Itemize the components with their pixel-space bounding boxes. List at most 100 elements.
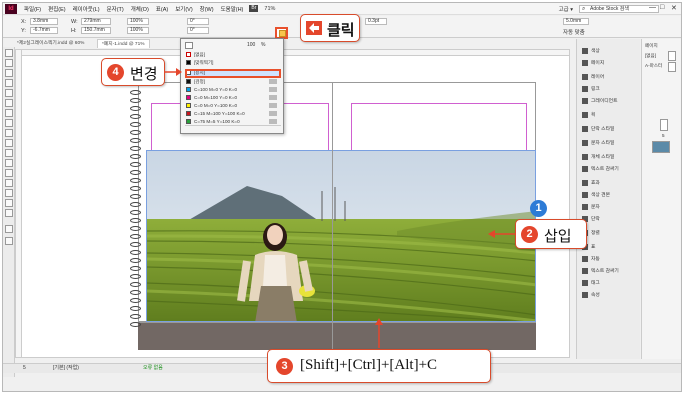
pencil-tool-icon[interactable] xyxy=(5,119,13,127)
fill-proxy-icon[interactable] xyxy=(185,42,193,49)
zoom-tool-icon[interactable] xyxy=(5,209,13,217)
note-tool-icon[interactable] xyxy=(5,179,13,187)
rectangle-frame-tool-icon[interactable] xyxy=(5,129,13,137)
type-tool-icon[interactable] xyxy=(5,89,13,97)
stock-search-input[interactable]: ⌕ Adobe Stock 검색 xyxy=(579,5,659,13)
gap-tool-icon[interactable] xyxy=(5,79,13,87)
master-none-thumb[interactable] xyxy=(668,51,676,61)
preset-label[interactable]: [기본] (작업) xyxy=(53,364,79,373)
rectangle-tool-icon[interactable] xyxy=(5,139,13,147)
page-tool-icon[interactable] xyxy=(5,69,13,77)
panel-auto[interactable]: 자동 xyxy=(582,255,600,262)
panel-links[interactable]: 링크 xyxy=(582,85,600,92)
page-thumb[interactable] xyxy=(660,119,668,131)
spread-thumb[interactable] xyxy=(652,141,670,153)
shear-field[interactable]: 0° xyxy=(187,27,209,34)
stroke-weight-field[interactable]: 0.3pt xyxy=(365,18,387,25)
insert-pointer-icon xyxy=(488,230,516,238)
tab-document-1[interactable]: *제2실그레이스찍기.indd @ 60% xyxy=(13,39,88,48)
search-icon: ⌕ xyxy=(582,6,586,12)
zoom-level[interactable]: 71% xyxy=(264,6,275,12)
hand-tool-icon[interactable] xyxy=(5,199,13,207)
panel-pages[interactable]: 페이지 xyxy=(582,59,604,66)
panel-swatches[interactable]: 색상 견본 xyxy=(582,191,610,198)
direct-selection-tool-icon[interactable] xyxy=(5,59,13,67)
workspace-select[interactable]: 고급 ▾ xyxy=(559,5,573,13)
panel-object-styles[interactable]: 개체 스타일 xyxy=(582,153,614,160)
panel-attributes[interactable]: 속성 xyxy=(582,291,600,298)
w-field[interactable]: 279mm xyxy=(81,18,111,25)
panel-text-wrap[interactable]: 텍스트 감싸기 xyxy=(582,165,619,172)
swatch-cyan[interactable]: C=100 M=0 Y=0 K=0 xyxy=(186,86,281,93)
gradient-tool-icon[interactable] xyxy=(5,169,13,177)
swatch-yellow[interactable]: C=0 M=0 Y=100 K=0 xyxy=(186,102,281,109)
menu-view[interactable]: 보기(V) xyxy=(175,5,192,13)
rotate-field[interactable]: 0° xyxy=(187,18,209,25)
tint-value[interactable]: 100 xyxy=(247,42,255,49)
object-styles-icon xyxy=(582,153,588,160)
panel-gradient[interactable]: 그레이디언트 xyxy=(582,97,617,104)
panel-paragraph-styles[interactable]: 단락 스타일 xyxy=(582,125,614,132)
master-none[interactable]: [없음] xyxy=(645,53,656,59)
preflight-status[interactable]: 오류 없음 xyxy=(143,364,163,373)
horizontal-ruler[interactable] xyxy=(16,50,569,56)
page-indicator[interactable]: 5 xyxy=(23,364,26,373)
maximize-icon[interactable]: □ xyxy=(660,4,664,11)
swatch-black[interactable]: [검정] xyxy=(186,78,281,85)
placed-photo[interactable] xyxy=(146,150,536,322)
menu-file[interactable]: 파일(F) xyxy=(24,5,41,13)
panel-tags[interactable]: 태그 xyxy=(582,279,600,286)
auto-fit-label[interactable]: 자동 맞춤 xyxy=(563,28,585,36)
minimize-icon[interactable]: — xyxy=(649,4,656,11)
swatch-green[interactable]: C=75 M=5 Y=100 K=0 xyxy=(186,118,281,125)
swatch-registration[interactable]: [맞춰찍기] xyxy=(186,59,281,66)
character-styles-icon xyxy=(582,139,588,146)
h-field[interactable]: 150.7mm xyxy=(81,27,111,34)
scale-y-field[interactable]: 100% xyxy=(127,27,149,34)
free-transform-tool-icon[interactable] xyxy=(5,159,13,167)
arrow-left-icon xyxy=(309,23,319,33)
swatch-red[interactable]: C=15 M=100 Y=100 K=0 xyxy=(186,110,281,117)
panel-effects[interactable]: 효과 xyxy=(582,179,600,186)
vertical-ruler[interactable] xyxy=(16,50,22,357)
menu-object[interactable]: 개체(O) xyxy=(131,5,149,13)
selection-tool-icon[interactable] xyxy=(5,49,13,57)
scale-x-field[interactable]: 100% xyxy=(127,18,149,25)
stroke-value-field[interactable]: 5.0mm xyxy=(563,18,589,25)
panel-stroke[interactable]: 획 xyxy=(582,111,595,118)
pen-tool-icon[interactable] xyxy=(5,109,13,117)
menu-layout[interactable]: 레이아웃(L) xyxy=(73,5,100,13)
x-field[interactable]: 3.8mm xyxy=(30,18,58,25)
swatches-icon xyxy=(582,191,588,198)
scissors-tool-icon[interactable] xyxy=(5,149,13,157)
tab-document-2[interactable]: *폐지-1.indd @ 71% xyxy=(97,39,150,48)
document-canvas[interactable] xyxy=(15,49,570,358)
swatch-none[interactable]: [없음] xyxy=(186,51,281,58)
eyedropper-tool-icon[interactable] xyxy=(5,189,13,197)
swatch-chip xyxy=(186,60,191,66)
bridge-button[interactable]: Br xyxy=(249,5,259,12)
collapsed-panels: 색상 페이지 레이어 링크 그레이디언트 획 단락 스타일 문자 스타일 개체 … xyxy=(576,39,640,359)
menu-table[interactable]: 표(A) xyxy=(156,5,168,13)
menu-type[interactable]: 문자(T) xyxy=(107,5,124,13)
screen-mode-icon[interactable] xyxy=(5,237,13,245)
master-a[interactable]: A-마스터 xyxy=(645,63,662,69)
menu-edit[interactable]: 편집(E) xyxy=(48,5,65,13)
y-field[interactable]: -6.7mm xyxy=(30,27,58,34)
pages-panel-tab[interactable]: 페이지 xyxy=(645,43,658,49)
menu-help[interactable]: 도움말(H) xyxy=(221,5,244,13)
panel-text-wrap-2[interactable]: 텍스트 감싸기 xyxy=(582,267,619,274)
panel-character-styles[interactable]: 문자 스타일 xyxy=(582,139,614,146)
swatch-magenta[interactable]: C=0 M=100 Y=0 K=0 xyxy=(186,94,281,101)
panel-character[interactable]: 문자 xyxy=(582,203,600,210)
line-tool-icon[interactable] xyxy=(5,99,13,107)
spread-spine xyxy=(332,82,333,350)
master-a-thumb[interactable] xyxy=(668,62,676,72)
bleed-rectangle[interactable] xyxy=(138,322,536,350)
panel-color[interactable]: 색상 xyxy=(582,47,600,54)
menu-window[interactable]: 창(W) xyxy=(200,5,214,13)
close-icon[interactable]: ✕ xyxy=(671,4,677,12)
gradient-icon xyxy=(582,97,588,104)
fill-stroke-icon[interactable] xyxy=(5,225,13,233)
panel-layers[interactable]: 레이어 xyxy=(582,73,604,80)
